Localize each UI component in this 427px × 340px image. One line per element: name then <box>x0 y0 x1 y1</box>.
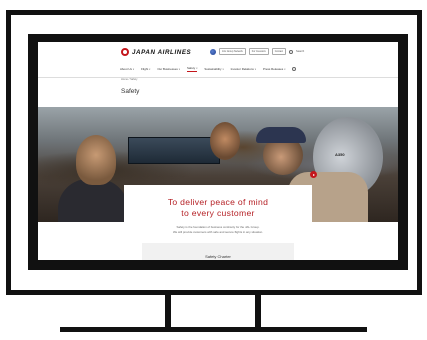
nav-item-sustainability[interactable]: Sustainability ▾ <box>204 67 223 71</box>
intro-line-2: We will provide customers with safe and … <box>172 230 264 234</box>
util-link-contact[interactable]: Contact <box>271 48 286 55</box>
headline-line-2: to every customer <box>181 207 255 218</box>
chevron-down-icon: ▾ <box>222 67 224 71</box>
safety-charter-label: Safety Charter <box>205 254 231 259</box>
nav-item-label: Flight <box>141 67 149 71</box>
tsurumaru-logo-icon <box>121 48 129 56</box>
util-link-group-network[interactable]: JAL Group Network <box>219 48 246 55</box>
website-screen: JAPAN AIRLINES JAL Group Network For Inv… <box>38 42 398 260</box>
nav-item-press-releases[interactable]: Press Releases ▾ <box>263 67 285 71</box>
nav-item-label: Press Releases <box>262 67 284 71</box>
search-icon[interactable] <box>288 49 293 54</box>
headline: To deliver peace of mind to every custom… <box>124 197 312 218</box>
nav-item-label: Our Businesses <box>157 67 178 71</box>
intro-text: Safety is the foundation of business con… <box>124 225 312 235</box>
nav-item-investor-relations[interactable]: Investor Relations ▾ <box>231 67 256 71</box>
site-header: JAPAN AIRLINES JAL Group Network For Inv… <box>38 42 398 77</box>
pilot-cap-image <box>256 127 306 143</box>
monitor-stand-right <box>255 295 261 327</box>
nav-item-about[interactable]: About Us ▾ <box>120 67 134 71</box>
chevron-down-icon: ▾ <box>149 67 151 71</box>
breadcrumb-divider <box>38 77 398 82</box>
nav-item-businesses[interactable]: Our Businesses ▾ <box>157 67 180 71</box>
nav-item-label: Investor Relations <box>230 67 254 71</box>
page-title: Safety <box>121 88 140 95</box>
globe-icon[interactable] <box>210 48 216 55</box>
aircraft-model-number: A350 <box>335 152 345 157</box>
utility-links: JAL Group Network For Investors Contact … <box>210 48 304 55</box>
message-card: To deliver peace of mind to every custom… <box>124 185 312 260</box>
play-icon[interactable] <box>310 171 317 178</box>
search-label[interactable]: Search <box>296 50 304 53</box>
main-nav: About Us ▾ Flight ▾ Our Businesses ▾ Saf… <box>120 66 297 72</box>
chevron-down-icon: ▾ <box>196 66 198 70</box>
chevron-down-icon: ▾ <box>254 67 256 71</box>
breadcrumb[interactable]: Home / Safety <box>121 78 137 81</box>
hero-person-face <box>210 122 240 160</box>
monitor-stand-base <box>60 327 367 332</box>
nav-item-safety[interactable]: Safety ▾ <box>186 66 198 72</box>
chevron-down-icon: ▾ <box>178 67 180 71</box>
nav-item-label: Safety <box>186 66 196 70</box>
nav-search-icon[interactable] <box>292 67 297 71</box>
hero-person-face <box>76 135 116 185</box>
chevron-down-icon: ▾ <box>284 67 286 71</box>
logo-text: JAPAN AIRLINES <box>132 48 192 56</box>
headline-line-1: To deliver peace of mind <box>167 197 269 207</box>
nav-item-label: About Us <box>120 67 132 71</box>
nav-item-flight[interactable]: Flight ▾ <box>141 67 150 71</box>
monitor-stand-left <box>165 295 171 327</box>
safety-charter-link[interactable]: Safety Charter <box>142 243 294 260</box>
util-link-investors[interactable]: For Investors <box>248 48 269 55</box>
jal-logo[interactable]: JAPAN AIRLINES <box>121 48 191 56</box>
chevron-down-icon: ▾ <box>132 67 135 71</box>
hero-person-body <box>58 179 128 222</box>
cockpit-panel-image <box>128 137 220 164</box>
nav-item-label: Sustainability <box>204 67 222 71</box>
